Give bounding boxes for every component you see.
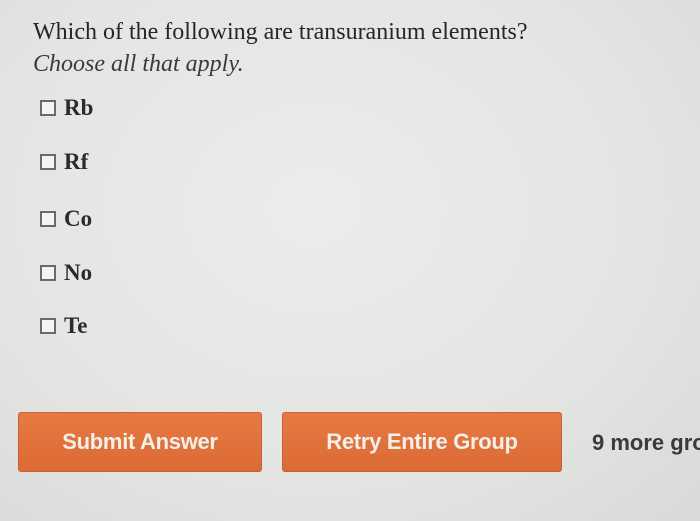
- question-text: Which of the following are transuranium …: [33, 19, 528, 45]
- checkbox-te[interactable]: [40, 318, 56, 334]
- checkbox-rf[interactable]: [40, 154, 56, 170]
- option-co[interactable]: Co: [40, 205, 92, 233]
- option-label-rf: Rf: [64, 149, 89, 174]
- question-instruction: Choose all that apply.: [33, 51, 244, 77]
- option-te[interactable]: Te: [40, 312, 87, 340]
- checkbox-no[interactable]: [40, 265, 56, 281]
- checkbox-co[interactable]: [40, 211, 56, 227]
- option-label-te: Te: [64, 313, 88, 338]
- option-rf[interactable]: Rf: [40, 148, 88, 176]
- option-label-rb: Rb: [64, 95, 94, 120]
- checkbox-rb[interactable]: [40, 100, 56, 116]
- option-label-no: No: [64, 260, 93, 285]
- retry-entire-group-button[interactable]: Retry Entire Group: [282, 412, 562, 472]
- submit-answer-button[interactable]: Submit Answer: [18, 412, 262, 472]
- option-label-co: Co: [64, 206, 93, 231]
- quiz-screen: Which of the following are transuranium …: [0, 0, 700, 521]
- option-rb[interactable]: Rb: [40, 94, 93, 122]
- remaining-attempts-text: 9 more group attempts remaining: [592, 430, 700, 455]
- option-no[interactable]: No: [40, 259, 92, 287]
